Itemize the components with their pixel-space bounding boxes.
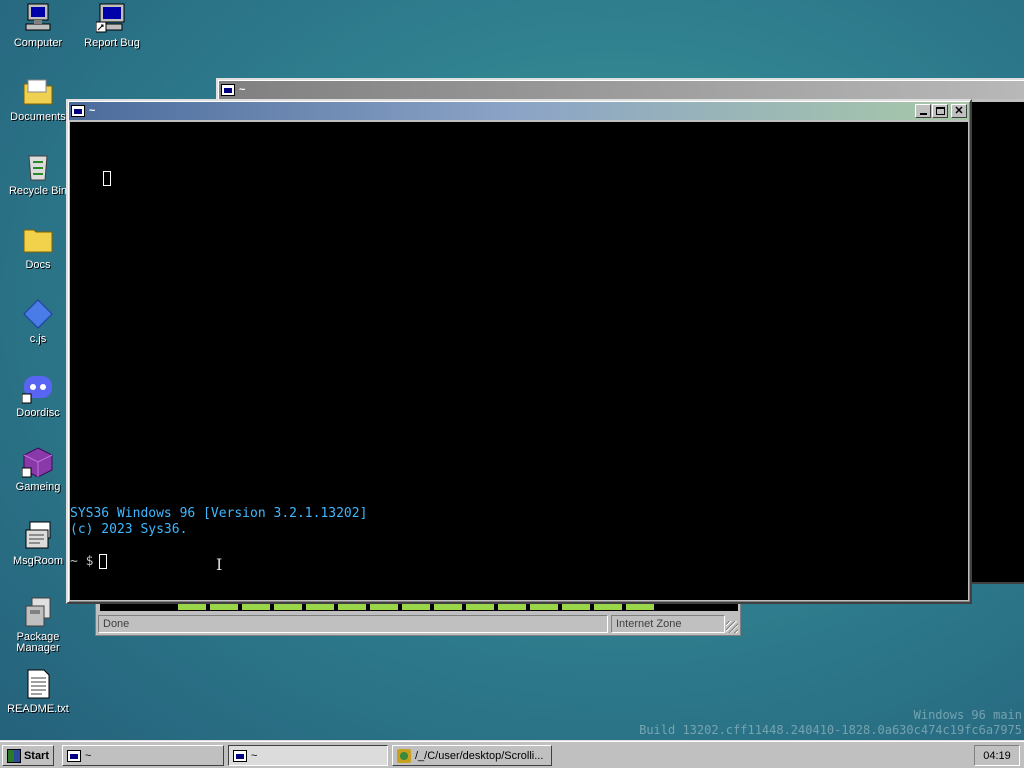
desktop-icon-readme[interactable]: README.txt [0, 668, 76, 715]
maximize-button[interactable] [932, 104, 948, 118]
folder-icon [22, 76, 54, 108]
desktop-icon-msgroom[interactable]: MsgRoom [0, 520, 76, 567]
recycle-bin-icon [22, 150, 54, 182]
start-label: Start [23, 749, 49, 762]
system-tray-clock[interactable]: 04:19 [974, 745, 1020, 766]
task-label: ~ [85, 749, 92, 762]
terminal-icon [233, 749, 247, 762]
start-logo-icon [7, 748, 21, 763]
desktop-icon-label: Doordisc [16, 407, 60, 419]
desktop-icon-report-bug[interactable]: Report Bug [74, 2, 150, 49]
progress-bar [100, 603, 738, 611]
desktop-icon-docs[interactable]: Docs [0, 224, 76, 271]
terminal-cursor [99, 554, 108, 569]
terminal-output-line: (c) 2023 Sys36. [70, 522, 188, 537]
status-bar-zone: Internet Zone [611, 615, 725, 633]
game-cube-icon [21, 446, 54, 478]
folder-icon [22, 224, 54, 256]
background-window-title: ~ [239, 84, 246, 96]
js-file-icon [22, 298, 54, 330]
progress-bar-fill [178, 604, 658, 610]
terminal-window[interactable]: ~ ✕ SYS36 Windows 96 [Version 3.2.1.1320… [66, 99, 972, 604]
terminal-icon [221, 84, 235, 96]
package-manager-icon [22, 596, 54, 628]
minimize-button[interactable] [915, 104, 931, 118]
desktop-icon-gameing[interactable]: Gameing [0, 446, 76, 493]
build-watermark-line1: Windows 96 main [913, 708, 1022, 722]
build-watermark-line2: Build 13202.cff11448.240410-1828.0a630c4… [639, 723, 1022, 737]
desktop-icon-label: Package Manager [16, 631, 60, 654]
minimize-icon [919, 113, 927, 115]
computer-icon [22, 2, 54, 34]
desktop-icon-label: Documents [10, 111, 66, 123]
task-label: ~ [251, 749, 258, 762]
terminal-output-line: SYS36 Windows 96 [Version 3.2.1.13202] [70, 506, 368, 521]
desktop-icon-recycle-bin[interactable]: Recycle Bin [0, 150, 76, 197]
desktop-icon-label: Report Bug [84, 37, 140, 49]
terminal-icon [67, 749, 81, 762]
terminal-prompt: ~ $ [70, 554, 94, 569]
desktop-icon-label: README.txt [7, 703, 69, 715]
taskbar-task-explorer[interactable]: /_/C/user/desktop/Scrolli... [392, 745, 552, 766]
desktop-icon-cjs[interactable]: c.js [0, 298, 76, 345]
desktop-icon-label: Recycle Bin [8, 185, 68, 197]
terminal-prompt-line[interactable]: ~ $ [70, 554, 108, 569]
close-button[interactable]: ✕ [951, 104, 967, 118]
desktop-icon-documents[interactable]: Documents [0, 76, 76, 123]
desktop-icon-doordisc[interactable]: Doordisc [0, 372, 76, 419]
taskbar: Start ~ ~ /_/C/user/desktop/Scrolli... 0… [0, 740, 1024, 768]
desktop-icon-label: MsgRoom [12, 555, 64, 567]
maximize-icon [935, 107, 945, 115]
desktop-icon-package-manager[interactable]: Package Manager [0, 596, 76, 654]
task-label: /_/C/user/desktop/Scrolli... [415, 749, 544, 762]
terminal-window-titlebar[interactable]: ~ ✕ [69, 102, 969, 120]
close-icon: ✕ [954, 105, 964, 117]
desktop-icon-label: Gameing [15, 481, 61, 493]
text-file-icon [22, 668, 54, 700]
background-window-content [970, 102, 1024, 582]
stray-cursor-block [103, 171, 111, 186]
text-cursor-icon: I [216, 555, 223, 574]
desktop-icon-label: c.js [29, 333, 47, 345]
msgroom-icon [22, 520, 54, 552]
explorer-icon [397, 748, 411, 763]
taskbar-task-terminal-2[interactable]: ~ [228, 745, 388, 766]
doordisc-icon [21, 372, 54, 404]
desktop-icon-label: Docs [25, 259, 51, 271]
taskbar-task-terminal-1[interactable]: ~ [62, 745, 224, 766]
background-window-titlebar[interactable]: ~ [219, 81, 1024, 99]
terminal-icon[interactable] [71, 105, 85, 117]
desktop-icon-computer[interactable]: Computer [0, 2, 76, 49]
terminal-window-title: ~ [89, 105, 96, 117]
resize-grip-icon[interactable] [726, 621, 738, 633]
status-bar-main: Done [98, 615, 608, 633]
start-button[interactable]: Start [2, 745, 54, 766]
report-bug-icon [95, 2, 128, 34]
desktop-icon-label: Computer [13, 37, 63, 49]
terminal-screen[interactable]: SYS36 Windows 96 [Version 3.2.1.13202] (… [70, 122, 968, 600]
